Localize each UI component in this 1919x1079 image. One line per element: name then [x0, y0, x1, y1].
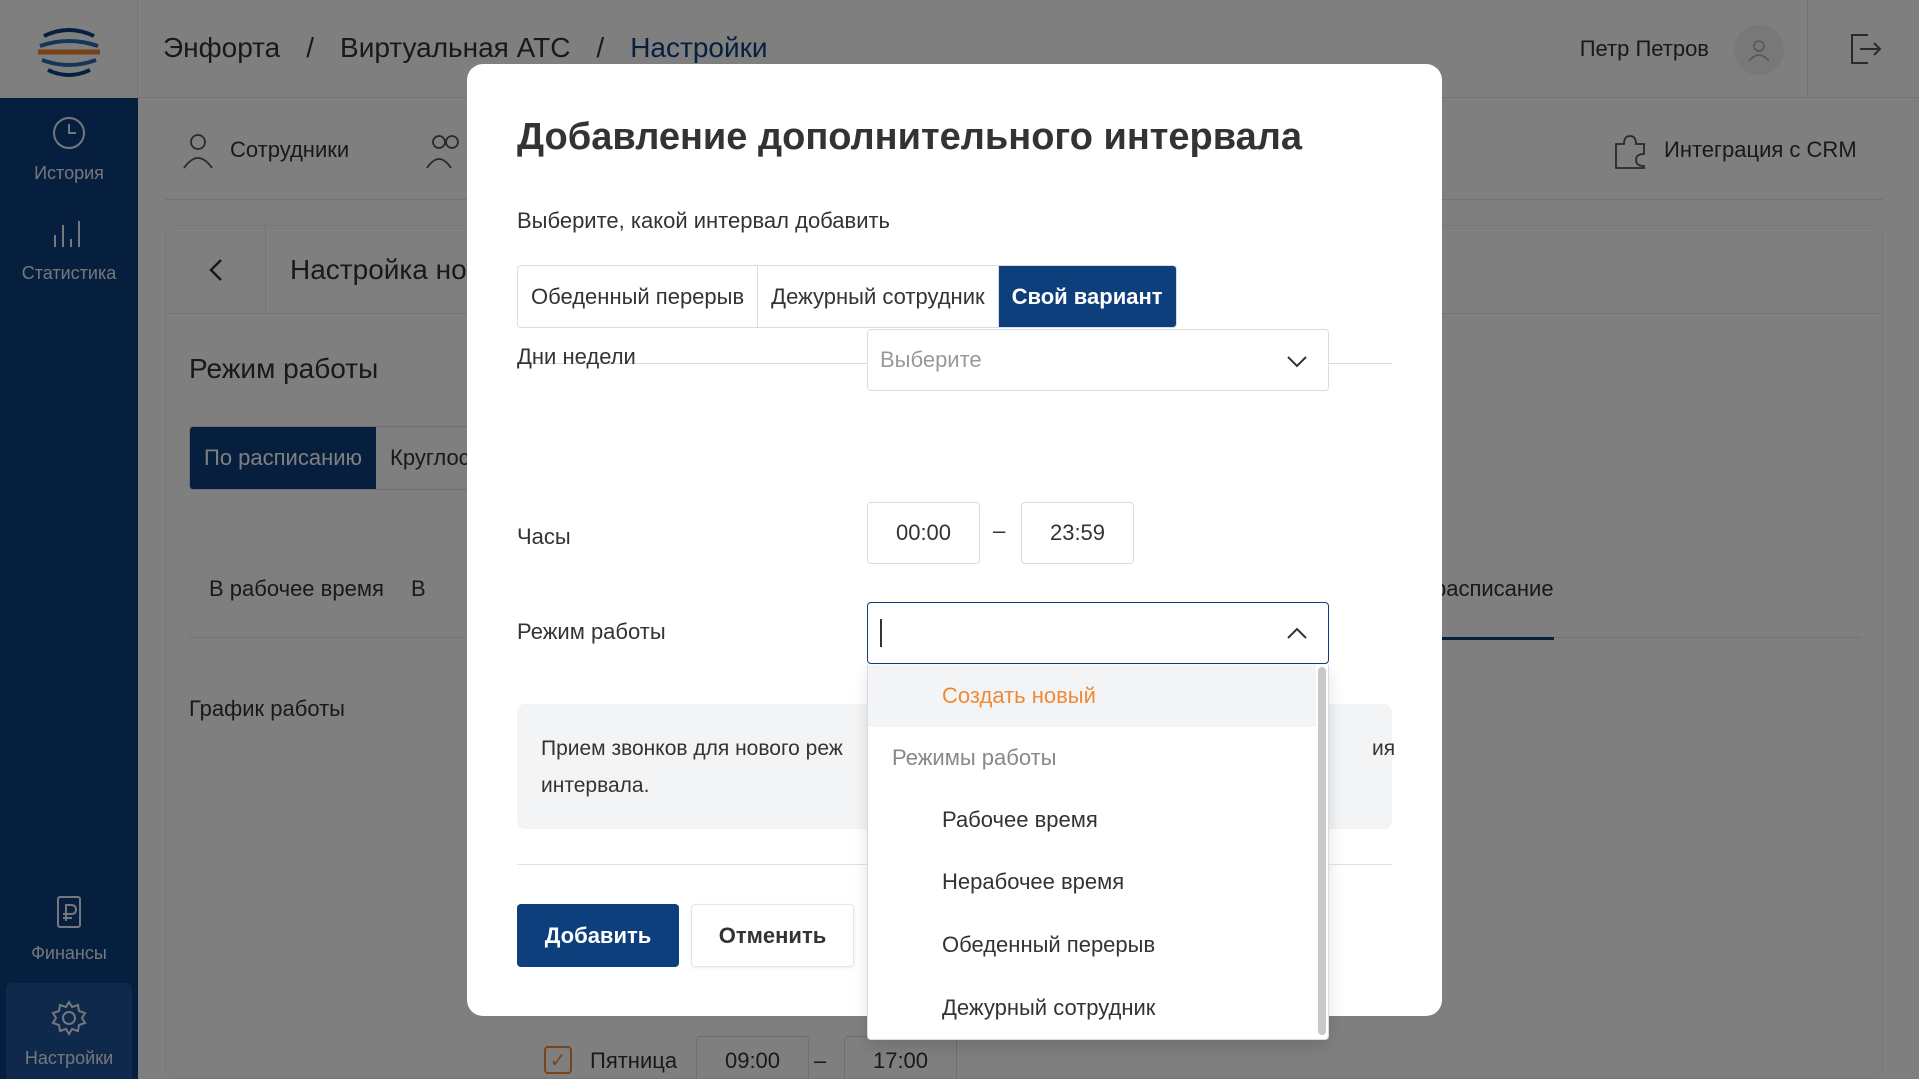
cancel-button[interactable]: Отменить: [691, 904, 854, 967]
option-lunch-break[interactable]: Обеденный перерыв: [518, 266, 759, 327]
dropdown-create-new[interactable]: Создать новый: [868, 665, 1316, 727]
chevron-up-icon: [1287, 627, 1307, 639]
mode-label: Режим работы: [517, 619, 666, 644]
days-label: Дни недели: [517, 344, 636, 369]
mode-dropdown-list: Создать новый Режимы работы Рабочее врем…: [867, 665, 1329, 1040]
option-custom[interactable]: Свой вариант: [998, 266, 1176, 327]
mode-select[interactable]: [867, 602, 1329, 664]
option-duty-employee[interactable]: Дежурный сотрудник: [758, 266, 999, 327]
days-select[interactable]: Выберите: [867, 329, 1329, 391]
info-text-line1: Прием звонков для нового реж: [541, 737, 843, 760]
text-cursor: [880, 619, 882, 647]
hours-to-input[interactable]: 23:59: [1021, 502, 1134, 564]
chevron-down-icon: [1287, 356, 1307, 368]
dialog-subtitle: Выберите, какой интервал добавить: [517, 208, 891, 233]
dropdown-item-duty-employee[interactable]: Дежурный сотрудник: [868, 977, 1316, 1039]
interval-type-switch: Обеденный перерыв Дежурный сотрудник Сво…: [517, 265, 1177, 328]
dropdown-item-working-time[interactable]: Рабочее время: [868, 789, 1316, 851]
dropdown-group-label: Режимы работы: [892, 745, 1057, 770]
time-dash: –: [993, 518, 1006, 543]
info-text-line2: интервала.: [541, 774, 650, 797]
add-button[interactable]: Добавить: [517, 904, 679, 967]
dropdown-item-lunch-break[interactable]: Обеденный перерыв: [868, 914, 1316, 976]
days-placeholder: Выберите: [880, 347, 982, 372]
dropdown-item-non-working-time[interactable]: Нерабочее время: [868, 851, 1316, 913]
hours-from-input[interactable]: 00:00: [867, 502, 980, 564]
dropdown-scrollbar[interactable]: [1318, 667, 1326, 1035]
dialog-title: Добавление дополнительного интервала: [517, 116, 1303, 158]
hours-label: Часы: [517, 524, 571, 549]
